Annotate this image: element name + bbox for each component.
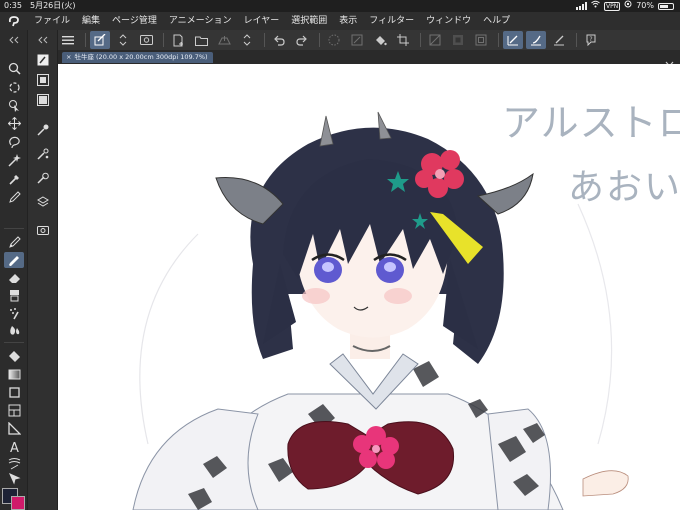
crop-icon[interactable] xyxy=(393,31,413,49)
palette-divider xyxy=(4,342,24,343)
clear-layer-icon[interactable] xyxy=(425,31,445,49)
fill-icon[interactable] xyxy=(370,31,390,49)
clear-outside-icon[interactable] xyxy=(448,31,468,49)
canvas-tab[interactable]: × 牡牛座 (20.00 x 20.00cm 300dpi 109.7%) xyxy=(62,52,213,63)
help-icon[interactable]: ? xyxy=(581,31,601,49)
color-swatches xyxy=(2,484,26,510)
text-tool-icon[interactable]: A xyxy=(4,438,24,454)
close-tab-icon[interactable]: × xyxy=(66,53,71,61)
battery-icon xyxy=(658,2,674,10)
svg-text:?: ? xyxy=(589,36,592,43)
move-layer-icon[interactable] xyxy=(4,115,24,131)
toolbar-divider xyxy=(498,33,499,47)
undo-icon[interactable] xyxy=(269,31,289,49)
menu-view[interactable]: 表示 xyxy=(333,12,363,30)
color-set-panel-icon[interactable] xyxy=(34,92,52,108)
canvas-tab-row: × 牡牛座 (20.00 x 20.00cm 300dpi 109.7%) xyxy=(58,50,680,67)
svg-text:A: A xyxy=(10,441,19,453)
operation-icon[interactable] xyxy=(4,97,24,113)
menu-filter[interactable]: フィルター xyxy=(363,12,420,30)
status-bar: 0:35 5月26日(火) VPN 70% xyxy=(0,0,680,12)
lasso-select-icon[interactable] xyxy=(4,134,24,150)
collapse-panel-icon[interactable] xyxy=(34,32,52,48)
canvas-handwritten-subtitle: あおい xyxy=(568,167,680,208)
quick-access-icon[interactable] xyxy=(90,31,110,49)
grid-snap-icon[interactable] xyxy=(549,31,569,49)
invert-selection-icon[interactable] xyxy=(471,31,491,49)
wifi-icon xyxy=(591,0,600,12)
clear-selection-icon[interactable] xyxy=(347,31,367,49)
brush-size-icon[interactable] xyxy=(34,146,52,162)
special-ruler-snap-icon[interactable] xyxy=(526,31,546,49)
command-toolbar: ? xyxy=(58,30,680,50)
toolbar-divider xyxy=(319,33,320,47)
camera-icon[interactable] xyxy=(34,222,52,238)
eyedropper-icon[interactable] xyxy=(4,171,24,187)
rotate-view-icon[interactable] xyxy=(4,79,24,95)
gradient-icon[interactable] xyxy=(4,366,24,382)
menu-file[interactable]: ファイル xyxy=(28,12,76,30)
menu-animation[interactable]: アニメーション xyxy=(163,12,238,30)
navigator-icon[interactable] xyxy=(34,170,52,186)
toolbar-divider xyxy=(163,33,164,47)
magic-wand-icon[interactable] xyxy=(4,152,24,168)
eraser-icon[interactable] xyxy=(4,270,24,286)
layers-panel-icon[interactable] xyxy=(34,194,52,210)
brush-icon[interactable] xyxy=(4,252,24,268)
balloon-icon[interactable] xyxy=(4,455,24,471)
sub-color-swatch[interactable] xyxy=(11,496,25,510)
toolbar-divider xyxy=(85,33,86,47)
spinner-arrows-icon[interactable] xyxy=(237,31,257,49)
pen-icon[interactable] xyxy=(4,189,24,205)
menu-help[interactable]: ヘルプ xyxy=(477,12,516,30)
collapse-panel-icon[interactable] xyxy=(4,32,24,48)
canvas-tab-label: 牡牛座 (20.00 x 20.00cm 300dpi 109.7%) xyxy=(74,53,208,61)
battery-level xyxy=(660,4,668,8)
palette-divider xyxy=(4,228,24,229)
status-time: 0:35 xyxy=(4,1,22,10)
sub-tool-icon[interactable] xyxy=(34,52,52,68)
decoration-icon[interactable] xyxy=(4,287,24,303)
pencil-icon[interactable] xyxy=(4,234,24,250)
frame-border-icon[interactable] xyxy=(4,402,24,418)
toolbar-divider xyxy=(576,33,577,47)
menu-bar: ファイル 編集 ページ管理 アニメーション レイヤー 選択範囲 表示 フィルター… xyxy=(0,12,680,30)
orientation-lock-icon xyxy=(624,0,632,12)
tool-palette: A xyxy=(0,30,28,510)
deselect-icon[interactable] xyxy=(324,31,344,49)
status-date: 5月26日(火) xyxy=(30,1,76,10)
screen-mode-icon[interactable] xyxy=(136,31,156,49)
menu-window[interactable]: ウィンドウ xyxy=(420,12,477,30)
hamburger-menu-icon[interactable] xyxy=(58,31,78,49)
color-wheel-panel-icon[interactable] xyxy=(34,72,52,88)
drawing-canvas[interactable]: アルストロ あおい xyxy=(58,64,680,510)
menu-selection[interactable]: 選択範囲 xyxy=(285,12,333,30)
new-document-icon[interactable] xyxy=(168,31,188,49)
canvas-handwritten-title: アルストロ xyxy=(502,101,680,145)
redo-icon[interactable] xyxy=(292,31,312,49)
figure-icon[interactable] xyxy=(4,384,24,400)
cellular-signal-icon xyxy=(576,2,587,10)
battery-percent: 70% xyxy=(636,1,654,10)
menu-layer[interactable]: レイヤー xyxy=(238,12,286,30)
ruler-icon[interactable] xyxy=(4,420,24,436)
ruler-snap-icon[interactable] xyxy=(503,31,523,49)
toolbar-divider xyxy=(264,33,265,47)
airbrush-icon[interactable] xyxy=(4,305,24,321)
spinner-arrows-icon[interactable] xyxy=(113,31,133,49)
zoom-icon[interactable] xyxy=(4,60,24,76)
blend-icon[interactable] xyxy=(4,322,24,338)
save-icon[interactable] xyxy=(214,31,234,49)
open-folder-icon[interactable] xyxy=(191,31,211,49)
vpn-badge: VPN xyxy=(604,1,621,11)
menu-page-management[interactable]: ページ管理 xyxy=(106,12,163,30)
tool-property-icon[interactable] xyxy=(34,122,52,138)
app-logo-icon[interactable] xyxy=(0,12,28,30)
menu-edit[interactable]: 編集 xyxy=(76,12,106,30)
toolbar-divider xyxy=(420,33,421,47)
sub-tool-palette xyxy=(28,30,58,510)
fill-bucket-icon[interactable] xyxy=(4,348,24,364)
